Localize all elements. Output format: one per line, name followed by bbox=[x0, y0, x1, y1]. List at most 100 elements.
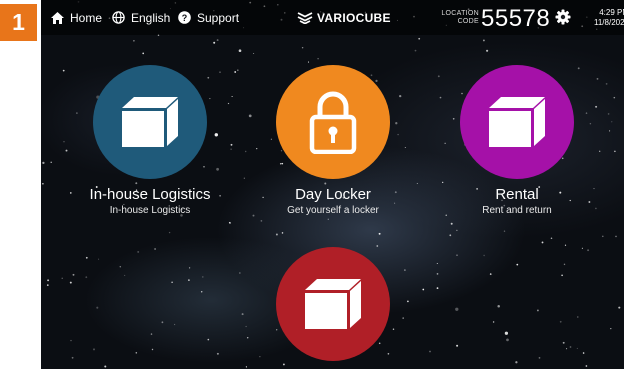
top-bar: Home English ? Support VARIOCUBE LOCATIO… bbox=[41, 0, 624, 35]
star bbox=[188, 267, 191, 269]
star bbox=[231, 95, 233, 98]
star bbox=[422, 288, 425, 291]
star bbox=[282, 363, 285, 366]
star bbox=[455, 307, 459, 311]
star bbox=[154, 248, 157, 250]
star bbox=[596, 77, 599, 80]
tile-title: Day Locker bbox=[295, 186, 371, 203]
star bbox=[429, 350, 431, 353]
star bbox=[253, 52, 255, 55]
star bbox=[124, 274, 126, 276]
star bbox=[142, 52, 145, 55]
location-code-label: LOCATION CODE bbox=[441, 10, 479, 25]
star bbox=[436, 273, 439, 275]
star bbox=[76, 112, 78, 114]
star bbox=[161, 321, 164, 324]
support-link[interactable]: ? Support bbox=[178, 0, 239, 35]
star bbox=[439, 96, 442, 99]
star bbox=[504, 331, 509, 335]
star bbox=[244, 150, 247, 153]
star bbox=[47, 279, 50, 282]
star bbox=[387, 352, 390, 355]
star bbox=[577, 67, 580, 70]
gear-icon[interactable] bbox=[555, 9, 571, 25]
star bbox=[85, 276, 88, 279]
fourth-option-circle bbox=[276, 247, 390, 361]
star bbox=[239, 272, 241, 274]
star bbox=[582, 352, 585, 354]
star bbox=[577, 316, 579, 318]
star bbox=[119, 265, 122, 268]
star bbox=[561, 157, 564, 160]
star bbox=[70, 339, 72, 342]
star bbox=[46, 284, 49, 286]
star bbox=[611, 121, 613, 123]
star bbox=[200, 291, 203, 293]
star bbox=[404, 146, 406, 149]
star bbox=[307, 61, 310, 63]
star bbox=[585, 365, 588, 367]
star bbox=[395, 122, 398, 125]
star bbox=[599, 150, 601, 152]
star bbox=[378, 342, 381, 345]
language-selector[interactable]: English bbox=[112, 0, 170, 35]
star bbox=[260, 220, 263, 222]
star bbox=[259, 356, 261, 358]
star bbox=[237, 69, 239, 71]
star bbox=[585, 112, 588, 114]
box-icon bbox=[305, 279, 361, 329]
tile-title: Rental bbox=[495, 186, 539, 203]
tile-subtitle: Rent and return bbox=[482, 205, 552, 216]
home-icon bbox=[51, 11, 64, 24]
star bbox=[486, 49, 489, 52]
star bbox=[614, 150, 616, 153]
star bbox=[214, 133, 218, 137]
star bbox=[281, 232, 284, 234]
language-label: English bbox=[131, 10, 171, 25]
star bbox=[203, 166, 205, 168]
star bbox=[171, 281, 173, 284]
star bbox=[569, 346, 572, 348]
star bbox=[63, 141, 65, 143]
star bbox=[397, 133, 399, 136]
star bbox=[85, 256, 88, 259]
star bbox=[42, 161, 45, 165]
star bbox=[135, 352, 138, 354]
star bbox=[151, 348, 154, 351]
star bbox=[483, 254, 485, 257]
star bbox=[613, 96, 616, 99]
star bbox=[137, 250, 140, 253]
star bbox=[482, 39, 485, 42]
star bbox=[93, 348, 95, 351]
star bbox=[550, 237, 553, 239]
star bbox=[452, 117, 455, 120]
star bbox=[450, 222, 453, 225]
star bbox=[238, 49, 242, 53]
star bbox=[248, 114, 252, 118]
tile-subtitle: Get yourself a locker bbox=[287, 205, 379, 216]
star bbox=[216, 167, 220, 171]
star bbox=[561, 274, 563, 277]
star bbox=[243, 177, 245, 179]
star bbox=[538, 357, 541, 359]
star bbox=[219, 71, 221, 73]
star bbox=[241, 313, 244, 316]
box-icon bbox=[122, 97, 178, 147]
star bbox=[506, 338, 509, 342]
star bbox=[207, 76, 210, 79]
star bbox=[209, 98, 211, 100]
support-label: Support bbox=[197, 10, 240, 25]
star bbox=[589, 122, 592, 125]
variocube-logo-icon bbox=[297, 12, 313, 24]
star bbox=[402, 317, 404, 319]
star bbox=[516, 263, 519, 266]
star bbox=[564, 244, 567, 246]
star bbox=[213, 41, 216, 44]
star bbox=[327, 218, 329, 220]
star bbox=[436, 262, 438, 265]
star bbox=[456, 229, 458, 232]
star bbox=[370, 74, 373, 77]
home-link[interactable]: Home bbox=[51, 0, 102, 35]
star bbox=[98, 258, 100, 260]
star bbox=[407, 300, 409, 303]
